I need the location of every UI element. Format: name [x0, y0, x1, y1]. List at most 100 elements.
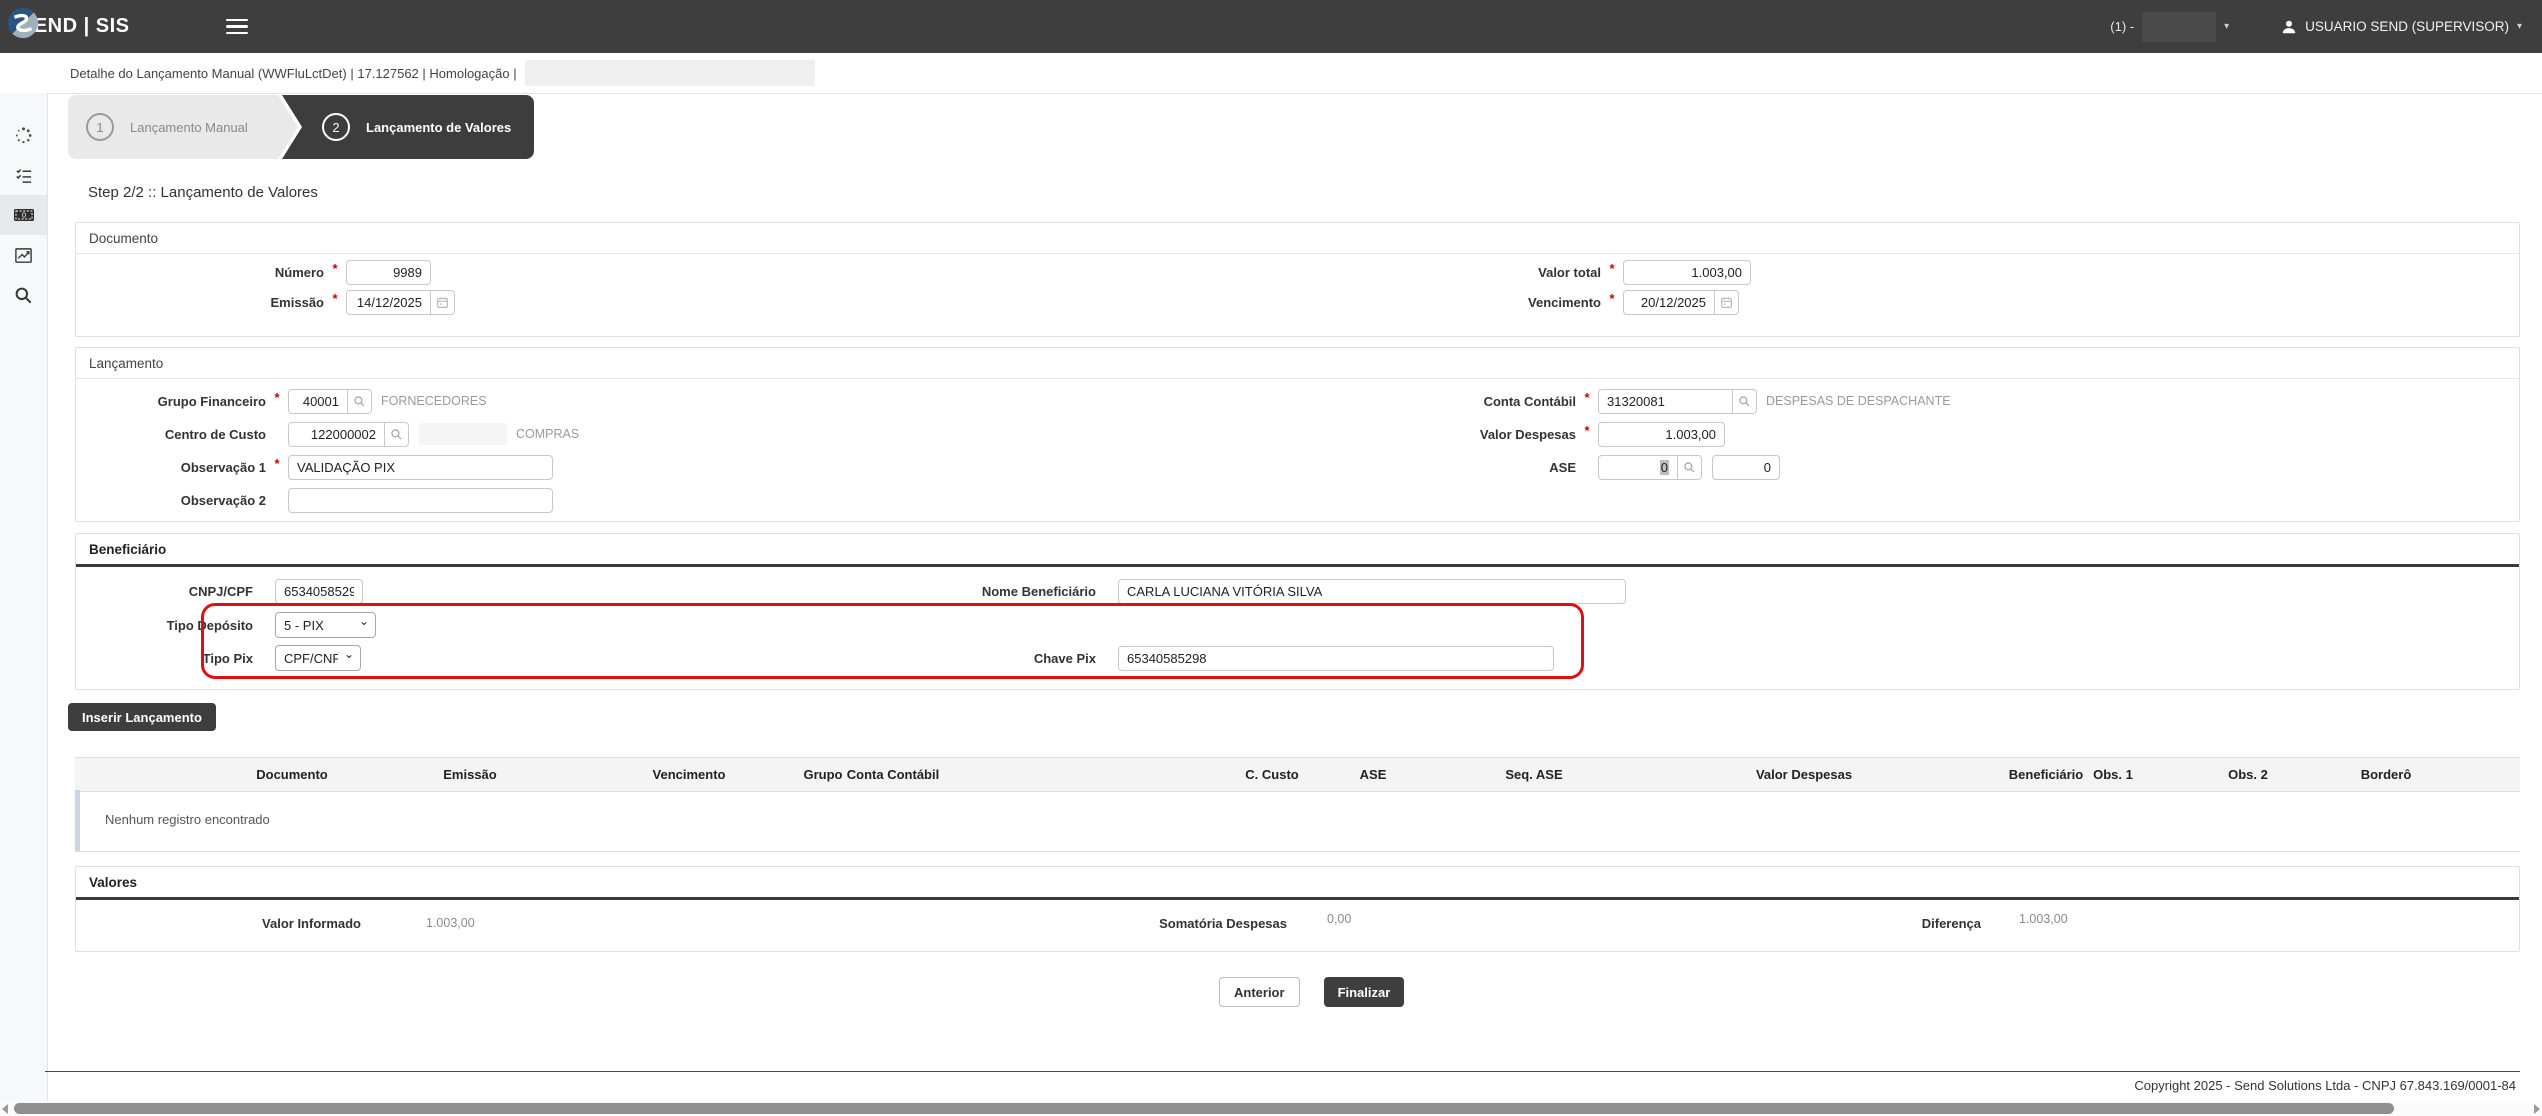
footer-divider	[45, 1071, 2520, 1072]
diferenca-label: Diferença	[1756, 916, 1981, 931]
tipo-pix-label: Tipo Pix	[76, 651, 253, 666]
diferenca-value: 1.003,00	[2019, 912, 2068, 926]
observacao2-input[interactable]	[288, 488, 553, 513]
cnpj-cpf-input[interactable]	[275, 579, 363, 604]
copyright-text: Copyright 2025 - Send Solutions Ltda - C…	[2134, 1078, 2516, 1093]
svg-text:0: 0	[21, 211, 25, 220]
panel-legend: Lançamento	[76, 348, 2519, 379]
conta-contabil-label: Conta Contábil	[1276, 394, 1576, 409]
emissao-label: Emissão	[76, 295, 324, 310]
tipo-deposito-select[interactable]: 5 - PIX	[275, 612, 376, 638]
step-number: 1	[86, 113, 114, 141]
vencimento-input[interactable]	[1623, 290, 1715, 315]
caret-down-icon: ▾	[2517, 22, 2522, 32]
sidebar-item-relatorios[interactable]	[0, 235, 47, 275]
required-marker	[1601, 295, 1623, 310]
caret-down-icon[interactable]: ▾	[2224, 22, 2229, 32]
scroll-left-arrow-icon[interactable]	[2, 1104, 8, 1114]
send-logo[interactable]	[6, 6, 40, 40]
vencimento-calendar-button[interactable]	[1715, 290, 1739, 315]
panel-legend: Documento	[76, 223, 2519, 254]
tipo-deposito-select-wrap: 5 - PIX	[275, 612, 376, 638]
col-bordero: Borderô	[2361, 767, 2412, 782]
anterior-button[interactable]: Anterior	[1219, 977, 1300, 1007]
search-icon	[353, 395, 366, 408]
required-marker	[266, 460, 288, 475]
valor-despesas-label: Valor Despesas	[1276, 427, 1576, 442]
ase-search-button[interactable]	[1678, 455, 1702, 480]
grid-empty-row: Nenhum registro encontrado	[75, 790, 2520, 852]
scroll-right-arrow-icon[interactable]	[2534, 1104, 2540, 1114]
grupo-financeiro-description: FORNECEDORES	[381, 394, 487, 408]
panel-documento: Documento Número Valor total Emissão	[75, 222, 2520, 337]
search-icon	[390, 428, 403, 441]
somatoria-despesas-value: 0,00	[1327, 912, 1351, 926]
sidebar-item-financeiro[interactable]: 0	[0, 195, 47, 235]
step-number: 2	[322, 113, 350, 141]
centro-custo-description: COMPRAS	[516, 427, 579, 441]
finalizar-button[interactable]: Finalizar	[1324, 977, 1405, 1007]
grid-header: Documento Emissão Vencimento Grupo Conta…	[75, 757, 2520, 792]
required-marker	[1576, 394, 1598, 409]
col-grupo: Grupo	[804, 767, 843, 782]
centro-custo-input[interactable]	[288, 422, 385, 447]
ase-seq-input[interactable]	[1712, 455, 1780, 480]
step-tab-lancamento-manual[interactable]: 1 Lançamento Manual	[68, 95, 298, 159]
sidebar-item-pesquisa[interactable]	[0, 275, 47, 315]
calendar-icon	[436, 296, 449, 309]
inserir-lancamento-button[interactable]: Inserir Lançamento	[68, 703, 216, 731]
breadcrumb-bar: Detalhe do Lançamento Manual (WWFluLctDe…	[0, 53, 2542, 94]
redacted-centro-custo-description	[419, 423, 507, 445]
panel-legend: Beneficiário	[76, 534, 2519, 567]
user-menu[interactable]: USUARIO SEND (SUPERVISOR) ▾	[2281, 19, 2522, 35]
cnpj-cpf-label: CNPJ/CPF	[76, 584, 253, 599]
chave-pix-input[interactable]	[1118, 646, 1554, 671]
sidebar-item-tasks[interactable]	[0, 155, 47, 195]
emissao-calendar-button[interactable]	[431, 290, 455, 315]
observacao1-label: Observação 1	[76, 460, 266, 475]
valor-total-input[interactable]	[1623, 260, 1751, 285]
context-prefix: (1) -	[2110, 19, 2134, 34]
observacao1-input[interactable]	[288, 455, 553, 480]
emissao-input[interactable]	[346, 290, 431, 315]
grupo-financeiro-search-button[interactable]	[348, 389, 372, 414]
horizontal-scrollbar[interactable]	[0, 1101, 2542, 1116]
nome-beneficiario-input[interactable]	[1118, 579, 1626, 604]
col-documento: Documento	[256, 767, 328, 782]
selected-text: 0	[1660, 460, 1669, 475]
col-obs-2: Obs. 2	[2228, 767, 2268, 782]
col-valor-despesas: Valor Despesas	[1756, 767, 1852, 782]
tipo-pix-select[interactable]: CPF/CNPJ	[275, 645, 361, 671]
required-marker	[1576, 427, 1598, 442]
search-icon	[1738, 395, 1751, 408]
chart-icon	[14, 246, 33, 265]
redacted-breadcrumb-segment	[525, 60, 815, 86]
money-icon: 0	[13, 207, 35, 223]
ase-input[interactable]: 0	[1598, 455, 1678, 480]
user-icon	[2281, 19, 2297, 35]
empty-message: Nenhum registro encontrado	[105, 812, 270, 827]
scrollbar-thumb[interactable]	[14, 1103, 2394, 1114]
somatoria-despesas-label: Somatória Despesas	[1062, 916, 1287, 931]
grupo-financeiro-input[interactable]	[288, 389, 348, 414]
col-beneficiario: Beneficiário	[2009, 767, 2083, 782]
valor-despesas-input[interactable]	[1598, 422, 1725, 447]
numero-input[interactable]	[346, 260, 431, 285]
panel-valores: Valores Valor Informado 1.003,00 Somatór…	[75, 866, 2520, 952]
checklist-icon	[14, 166, 33, 185]
conta-contabil-input[interactable]	[1598, 389, 1733, 414]
sidebar-item-loading[interactable]	[0, 115, 47, 155]
ase-label: ASE	[1276, 460, 1576, 475]
valor-informado-value: 1.003,00	[426, 916, 475, 930]
conta-contabil-description: DESPESAS DE DESPACHANTE	[1766, 394, 1951, 408]
required-marker	[324, 295, 346, 310]
centro-custo-search-button[interactable]	[385, 422, 409, 447]
redacted-context-value[interactable]	[2142, 12, 2216, 42]
conta-contabil-search-button[interactable]	[1733, 389, 1757, 414]
menu-icon[interactable]	[226, 15, 248, 39]
vencimento-label: Vencimento	[1321, 295, 1601, 310]
app-window: SEND | SIS (1) - ▾ USUARIO SEND (SUPERVI…	[0, 0, 2542, 1116]
chave-pix-label: Chave Pix	[919, 651, 1096, 666]
grupo-financeiro-label: Grupo Financeiro	[76, 394, 266, 409]
step-tab-lancamento-valores[interactable]: 2 Lançamento de Valores	[282, 95, 534, 159]
